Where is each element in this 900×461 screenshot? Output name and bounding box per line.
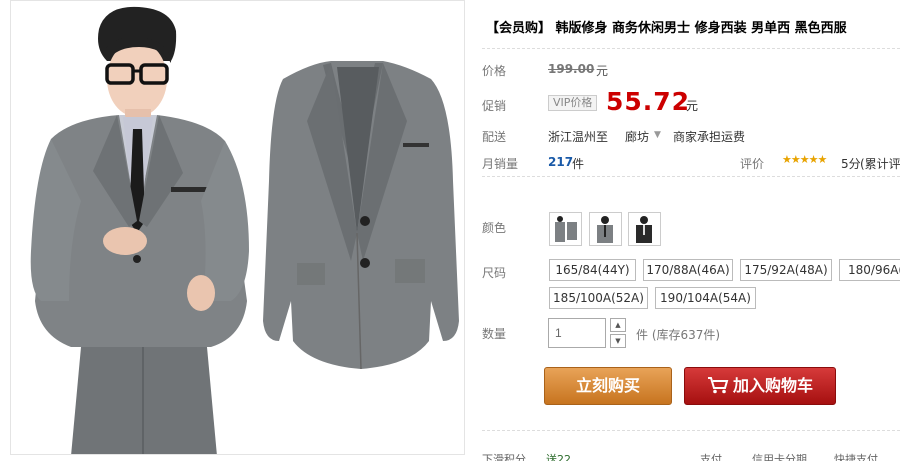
bottom-divider — [482, 430, 900, 431]
quantity-label: 数量 — [482, 327, 507, 341]
original-price: 199.00 — [548, 62, 595, 76]
color-swatch-black[interactable] — [628, 212, 661, 246]
quantity-decrease-icon[interactable]: ▼ — [610, 334, 626, 348]
size-option[interactable]: 165/84(44Y) — [549, 259, 636, 281]
bottom-quickpay-label[interactable]: 快捷支付 — [834, 451, 878, 461]
original-price-unit: 元 — [596, 64, 609, 78]
monthly-sales-count: 217 — [548, 155, 574, 169]
color-label: 颜色 — [482, 221, 507, 235]
ship-from: 浙江温州 — [548, 130, 597, 144]
stock-info: 件 (库存637件) — [636, 328, 721, 342]
review-label: 评价 — [740, 157, 765, 171]
sale-price: 55.72 — [606, 87, 691, 116]
vip-price-tag: VIP价格 — [548, 95, 598, 111]
bottom-points-label: 下滑积分 — [482, 453, 526, 461]
quantity-input[interactable] — [548, 318, 606, 348]
price-label: 价格 — [482, 64, 507, 78]
price-meta-box: 价格 199.00 元 促销 VIP价格 55.72 元 配送 浙江温州 至 廊… — [482, 48, 900, 176]
product-title: 【会员购】 韩版修身 商务休闲男士 修身西装 男单西 黑色西服 — [486, 21, 847, 36]
model-figure — [30, 6, 249, 454]
product-image[interactable] — [10, 0, 465, 455]
size-option[interactable]: 190/104A(54A) — [655, 287, 756, 309]
cart-icon — [707, 377, 729, 394]
monthly-sales-unit: 件 — [572, 157, 585, 171]
jacket-product — [263, 61, 459, 370]
size-option[interactable]: 175/92A(48A) — [740, 259, 832, 281]
bottom-credit-label[interactable]: 信用卡分期 — [752, 451, 807, 461]
rating-score: 5分 — [841, 157, 861, 171]
sales-label: 月销量 — [482, 157, 519, 171]
bottom-points-value: 送22 — [546, 453, 571, 461]
size-option[interactable]: 185/100A(52A) — [549, 287, 648, 309]
size-option[interactable]: 180/96A( — [839, 259, 900, 281]
buy-now-button[interactable]: 立刻购买 — [544, 367, 672, 405]
chevron-down-icon[interactable]: ▼ — [654, 128, 661, 142]
color-swatch-gray-full[interactable] — [549, 212, 582, 246]
ship-fee-note: 商家承担运费 — [673, 130, 746, 144]
rating-stars-icon: ★★★★★ — [782, 153, 827, 166]
size-option[interactable]: 170/88A(46A) — [643, 259, 733, 281]
add-to-cart-label: 加入购物车 — [732, 376, 813, 395]
ship-to-word: 至 — [596, 130, 609, 144]
add-to-cart-button[interactable]: 加入购物车 — [684, 367, 836, 405]
size-label: 尺码 — [482, 266, 507, 280]
sku-box: 颜色 尺码 数量 — [482, 176, 900, 461]
ship-destination-select[interactable]: 廊坊 — [625, 128, 649, 145]
shipping-label: 配送 — [482, 130, 507, 144]
sale-price-unit: 元 — [686, 99, 699, 113]
review-count-link[interactable]: (累计评 — [860, 155, 900, 172]
quantity-increase-icon[interactable]: ▲ — [610, 318, 626, 332]
bottom-pay-label: 支付 — [700, 453, 722, 461]
color-swatch-gray-half[interactable] — [589, 212, 622, 246]
promo-label: 促销 — [482, 99, 507, 113]
